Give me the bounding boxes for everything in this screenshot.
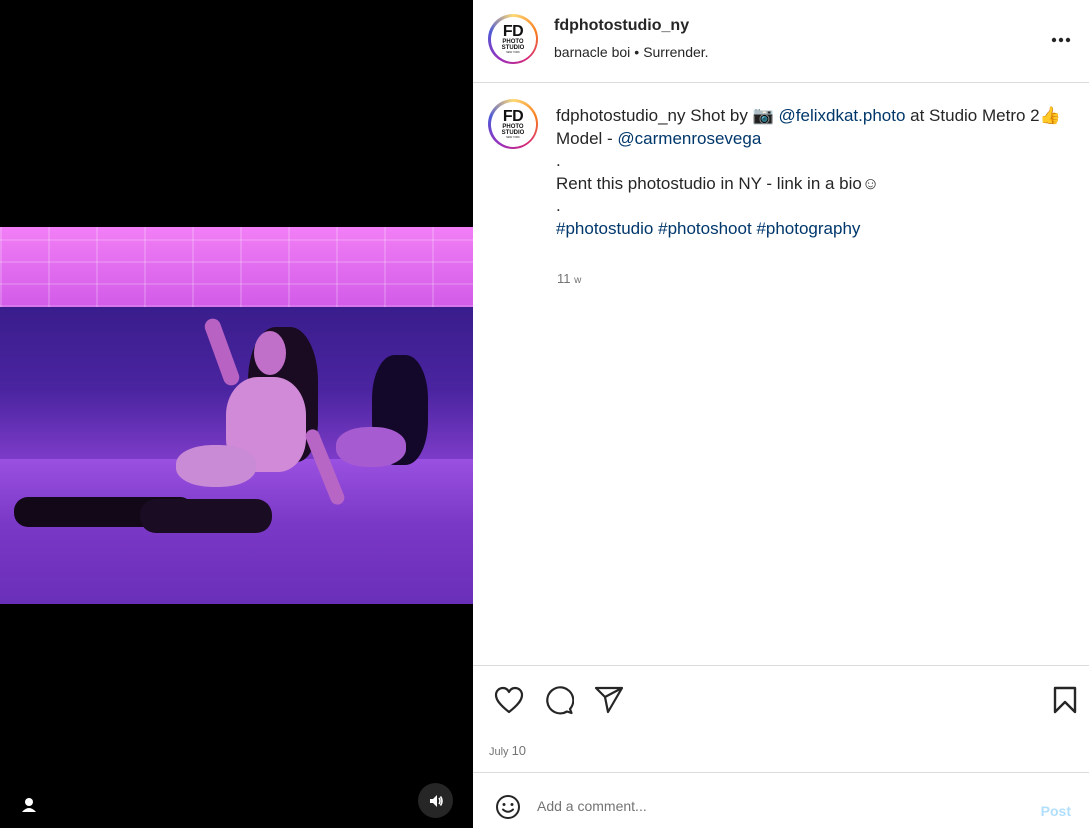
caption-dot: . bbox=[556, 196, 561, 215]
caption-line: Model - @carmenrosevega bbox=[556, 128, 1066, 151]
tagged-users-button[interactable] bbox=[18, 794, 40, 816]
camera-emoji: 📷 bbox=[752, 106, 774, 125]
comment-icon bbox=[546, 686, 574, 715]
caption-line: fdphotostudio_ny Shot by 📷 @felixdkat.ph… bbox=[556, 105, 1066, 128]
comment-input[interactable] bbox=[537, 798, 1017, 814]
post-details-panel: FD PHOTO STUDIO NEW YORK fdphotostudio_n… bbox=[473, 0, 1089, 828]
post-media[interactable] bbox=[0, 0, 473, 828]
time-ago-value: 11 bbox=[557, 271, 571, 286]
caption-hashtags: #photostudio #photoshoot #photography bbox=[556, 218, 1066, 241]
bookmark-icon bbox=[1053, 686, 1077, 714]
audio-track-link[interactable]: Surrender. bbox=[643, 44, 708, 60]
user-tag-icon bbox=[22, 798, 36, 812]
post-comment-button[interactable]: Post bbox=[1041, 803, 1071, 819]
more-horizontal-icon bbox=[1051, 37, 1071, 43]
like-button[interactable] bbox=[493, 684, 525, 716]
logo-text: NEW YORK bbox=[506, 135, 520, 139]
photo-ceiling bbox=[0, 227, 473, 307]
photo-model-hips bbox=[176, 445, 256, 487]
post-actions: July 10 bbox=[473, 665, 1089, 773]
post-caption: FD PHOTO STUDIO NEW YORK fdphotostudio_n… bbox=[473, 84, 1089, 664]
smiley-icon bbox=[496, 795, 520, 819]
post-date-day: 10 bbox=[511, 743, 527, 758]
hashtag-link[interactable]: #photography bbox=[756, 219, 860, 238]
hashtag-link[interactable]: #photoshoot bbox=[658, 219, 752, 238]
post-photo[interactable] bbox=[0, 227, 473, 604]
more-options-button[interactable] bbox=[1049, 28, 1073, 52]
volume-icon bbox=[429, 794, 443, 807]
model-label: Model - bbox=[556, 128, 613, 148]
header-username-link[interactable]: fdphotostudio_ny bbox=[554, 17, 689, 35]
photo-model-boot bbox=[140, 499, 272, 533]
photographer-mention-link[interactable]: @felixdkat.photo bbox=[779, 106, 906, 125]
share-button[interactable] bbox=[593, 684, 625, 716]
share-icon bbox=[594, 686, 624, 714]
caption-text: fdphotostudio_ny Shot by 📷 @felixdkat.ph… bbox=[556, 105, 1066, 240]
photo-reflection-body bbox=[336, 427, 406, 467]
caption-rent-line: Rent this photostudio in NY - link in a … bbox=[556, 173, 880, 193]
post-date[interactable]: July 10 bbox=[489, 743, 526, 758]
audio-toggle-button[interactable] bbox=[418, 783, 453, 818]
model-mention-link[interactable]: @carmenrosevega bbox=[617, 129, 761, 148]
caption-dot: . bbox=[556, 151, 561, 170]
caption-username-link[interactable]: fdphotostudio_ny bbox=[556, 106, 686, 125]
post-header: FD PHOTO STUDIO NEW YORK fdphotostudio_n… bbox=[473, 0, 1089, 83]
avatar[interactable]: FD PHOTO STUDIO NEW YORK bbox=[488, 99, 538, 149]
studio-logo: FD PHOTO STUDIO NEW YORK bbox=[490, 16, 536, 62]
logo-text: NEW YORK bbox=[506, 50, 520, 54]
hashtag-link[interactable]: #photostudio bbox=[556, 219, 653, 238]
caption-timestamp[interactable]: 11 w bbox=[557, 271, 581, 286]
save-button[interactable] bbox=[1049, 684, 1081, 716]
audio-attribution: barnacle boi • Surrender. bbox=[554, 44, 709, 60]
logo-text: FD bbox=[502, 22, 524, 40]
audio-separator: • bbox=[634, 44, 640, 60]
caption-location: at Studio Metro 2👍 bbox=[910, 106, 1061, 125]
studio-logo: FD PHOTO STUDIO NEW YORK bbox=[490, 101, 536, 147]
logo-text: FD bbox=[502, 107, 524, 125]
photo-model-head bbox=[254, 331, 286, 375]
heart-icon bbox=[494, 686, 524, 714]
add-comment-bar: Post bbox=[473, 774, 1089, 828]
post-date-month: July bbox=[489, 746, 509, 758]
caption-shot-by: Shot by bbox=[690, 106, 748, 125]
time-ago-unit: w bbox=[574, 275, 582, 286]
audio-artist-link[interactable]: barnacle boi bbox=[554, 44, 630, 60]
comment-button[interactable] bbox=[543, 684, 575, 716]
avatar[interactable]: FD PHOTO STUDIO NEW YORK bbox=[488, 14, 538, 64]
emoji-picker-button[interactable] bbox=[495, 794, 523, 822]
